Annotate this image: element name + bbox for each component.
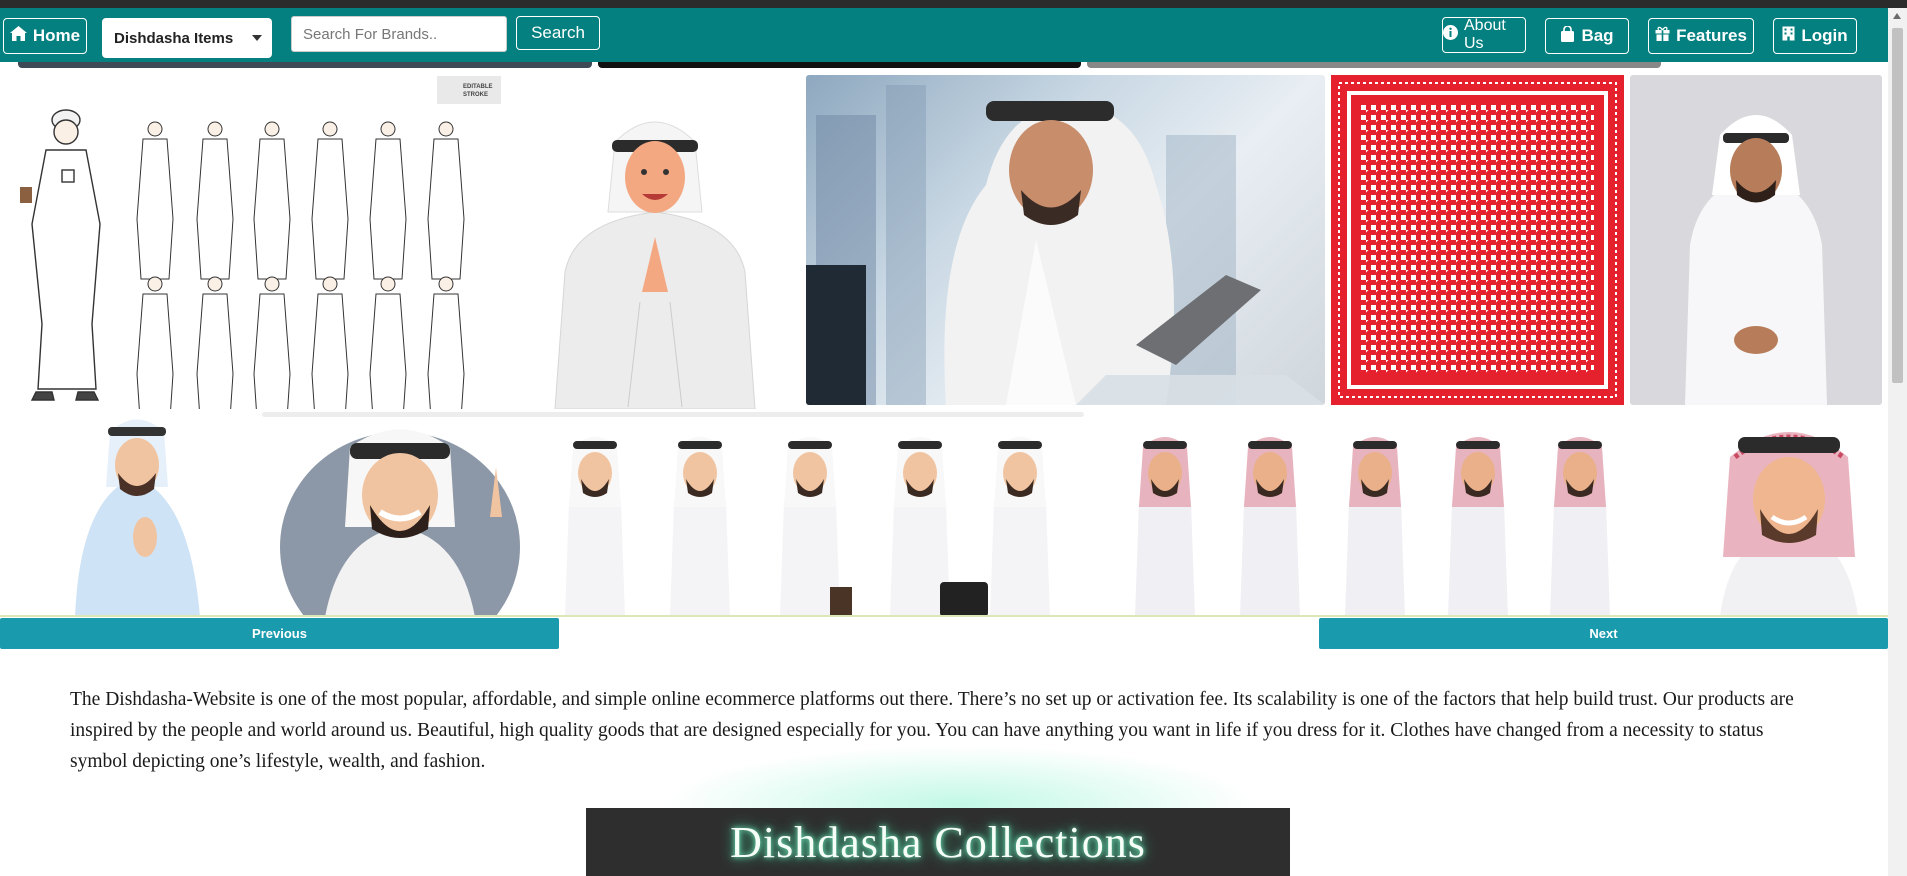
gallery-strip — [18, 62, 592, 68]
gallery-image-man-thobe[interactable] — [1630, 75, 1882, 405]
previous-button[interactable]: Previous — [0, 618, 559, 649]
gallery-image-cartoon-greeting[interactable] — [530, 102, 780, 409]
scrollbar-thumb[interactable] — [1892, 28, 1903, 383]
image-gallery: EDITABLE STROKE — [0, 62, 1888, 617]
home-icon — [9, 26, 27, 46]
shopping-bag-icon — [1560, 24, 1575, 47]
gallery-strip — [1087, 62, 1661, 68]
gallery-image-cartoon-blue-waving[interactable] — [0, 417, 270, 617]
collections-heading: Dishdasha Collections — [730, 817, 1146, 867]
editable-stroke-badge: EDITABLE STROKE — [437, 76, 501, 104]
scroll-up-arrow-icon[interactable] — [1893, 13, 1901, 19]
login-button[interactable]: Login — [1773, 18, 1857, 54]
gallery-image-red-shemagh[interactable] — [1331, 75, 1624, 405]
next-button[interactable]: Next — [1319, 618, 1888, 649]
features-label: Features — [1676, 26, 1747, 45]
about-us-button[interactable]: About Us — [1442, 17, 1526, 53]
bag-label: Bag — [1581, 26, 1614, 45]
building-icon — [1782, 26, 1795, 46]
dishdasha-items-dropdown[interactable]: Dishdasha Items — [102, 18, 272, 58]
gallery-image-red-shemagh-group[interactable] — [1100, 417, 1690, 617]
gallery-image-businessman-laptop[interactable] — [806, 75, 1325, 405]
search-button[interactable]: Search — [516, 16, 600, 50]
search-button-label: Search — [531, 23, 585, 42]
home-label: Home — [32, 26, 81, 45]
about-us-label: About Us — [1464, 17, 1506, 52]
home-button[interactable]: Home — [3, 18, 87, 54]
gallery-image-red-shemagh-smiling[interactable] — [1690, 417, 1888, 617]
badge-line-2: STROKE — [463, 92, 489, 98]
bag-button[interactable]: Bag — [1545, 18, 1629, 54]
info-icon — [1443, 25, 1458, 45]
gallery-strip — [598, 62, 1081, 68]
collections-banner: Dishdasha Collections — [586, 808, 1290, 876]
brand-search-input[interactable] — [291, 16, 507, 52]
window-top-strip — [0, 0, 1907, 8]
gallery-image-cartoon-winking[interactable] — [270, 417, 530, 617]
badge-line-1: EDITABLE — [463, 84, 493, 90]
dropdown-label: Dishdasha Items — [114, 29, 234, 47]
gallery-image-cartoon-group[interactable] — [530, 417, 1080, 617]
gift-icon — [1655, 26, 1670, 46]
page-scrollbar[interactable] — [1888, 8, 1907, 876]
caret-down-icon — [252, 35, 262, 41]
gallery-image-lineart-figures[interactable]: EDITABLE STROKE — [0, 74, 510, 409]
top-navbar: Home Dishdasha Items Search About Us Bag… — [0, 8, 1888, 62]
login-label: Login — [1801, 26, 1848, 45]
features-button[interactable]: Features — [1648, 18, 1754, 54]
previous-label: Previous — [252, 626, 307, 641]
next-label: Next — [1589, 626, 1618, 641]
gallery-bottom-line — [0, 615, 1888, 617]
